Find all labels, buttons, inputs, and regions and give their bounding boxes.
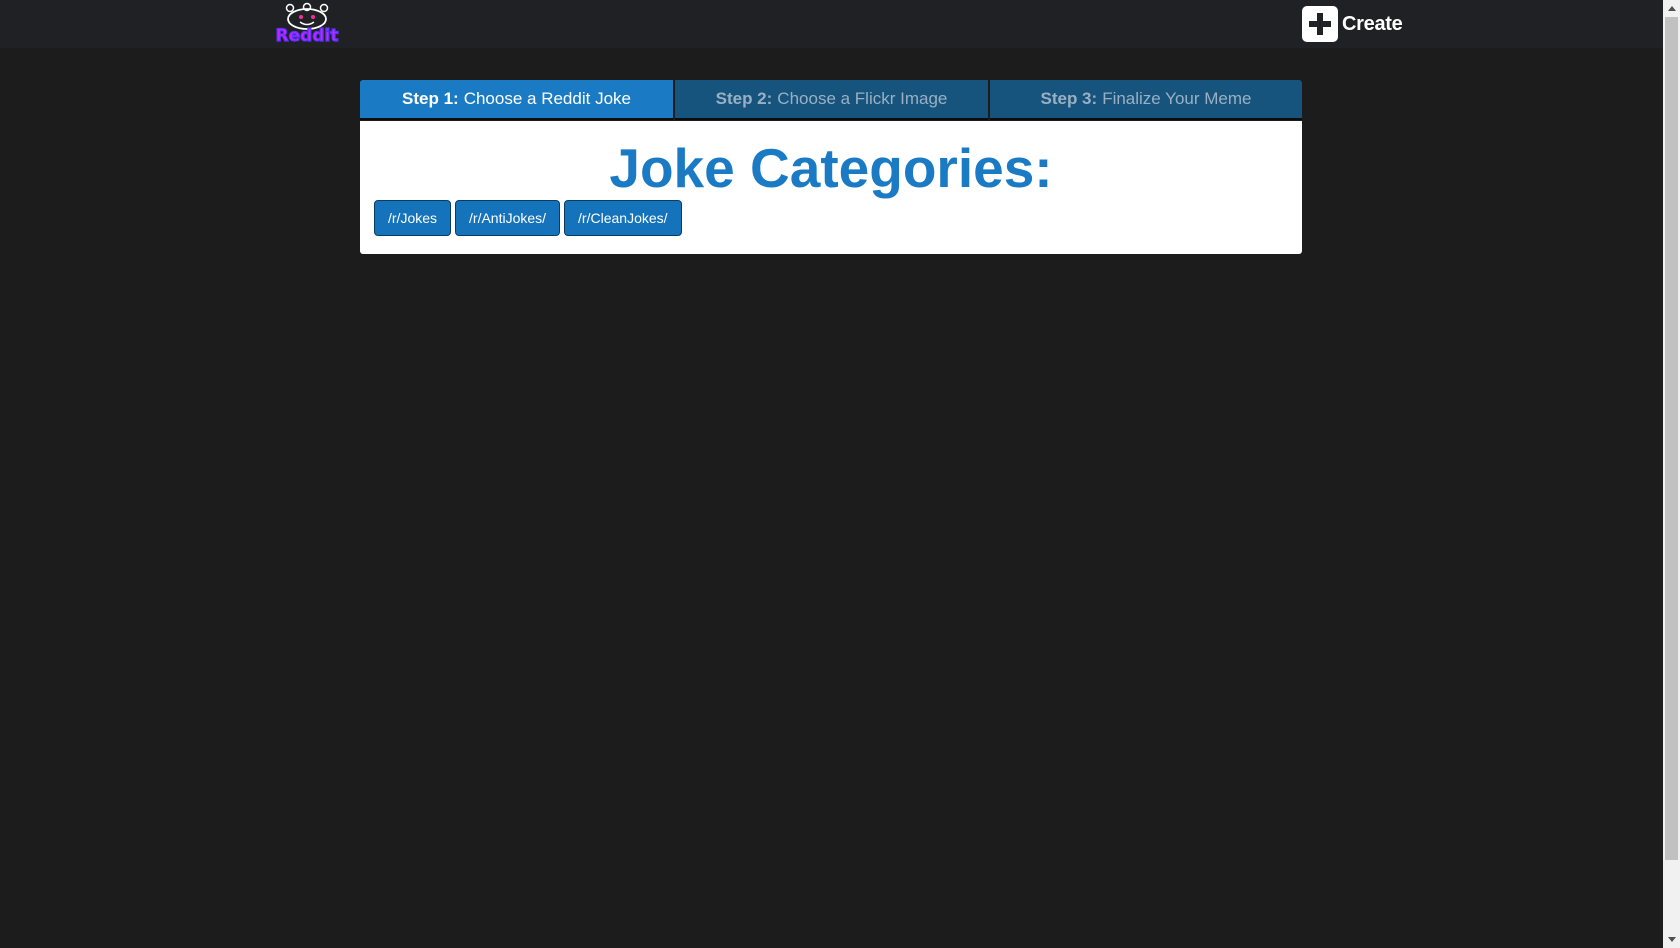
- tab-step-1-label: Choose a Reddit Joke: [463, 89, 631, 108]
- reddit-logo[interactable]: Reddit: [262, 2, 352, 47]
- logo-text: Reddit: [275, 25, 339, 46]
- plus-square-icon: [1302, 6, 1338, 42]
- category-button-jokes[interactable]: /r/Jokes: [374, 200, 452, 236]
- category-button-row: /r/Jokes /r/AntiJokes/ /r/CleanJokes/: [374, 200, 686, 236]
- create-button[interactable]: Create: [1302, 6, 1403, 42]
- scroll-up-arrow-icon[interactable]: [1663, 0, 1680, 17]
- tab-step-3-number: Step 3:: [1040, 89, 1098, 108]
- tab-step-1[interactable]: Step 1: Choose a Reddit Joke: [360, 80, 673, 120]
- vertical-scrollbar[interactable]: [1663, 0, 1680, 948]
- tab-step-3[interactable]: Step 3: Finalize Your Meme: [990, 80, 1302, 120]
- category-button-antijokes[interactable]: /r/AntiJokes/: [455, 200, 561, 236]
- tab-step-1-number: Step 1:: [402, 89, 459, 108]
- create-label: Create: [1342, 12, 1403, 35]
- tab-step-2-label: Choose a Flickr Image: [777, 89, 948, 108]
- top-navbar: Reddit Create: [0, 0, 1663, 48]
- scrollbar-thumb[interactable]: [1665, 17, 1678, 860]
- step-tabs: Step 1: Choose a Reddit Joke Step 2: Cho…: [360, 80, 1302, 120]
- tab-step-2[interactable]: Step 2: Choose a Flickr Image: [675, 80, 988, 120]
- joke-categories-panel: Joke Categories: /r/Jokes /r/AntiJokes/ …: [360, 121, 1302, 254]
- scroll-down-arrow-icon[interactable]: [1663, 931, 1680, 948]
- category-button-cleanjokes[interactable]: /r/CleanJokes/: [564, 200, 682, 236]
- panel-title: Joke Categories:: [609, 137, 1053, 199]
- tab-step-3-label: Finalize Your Meme: [1102, 89, 1252, 108]
- page: Reddit Create Step 1: Choose a Reddit Jo…: [0, 0, 1680, 948]
- tab-step-2-number: Step 2:: [715, 89, 773, 108]
